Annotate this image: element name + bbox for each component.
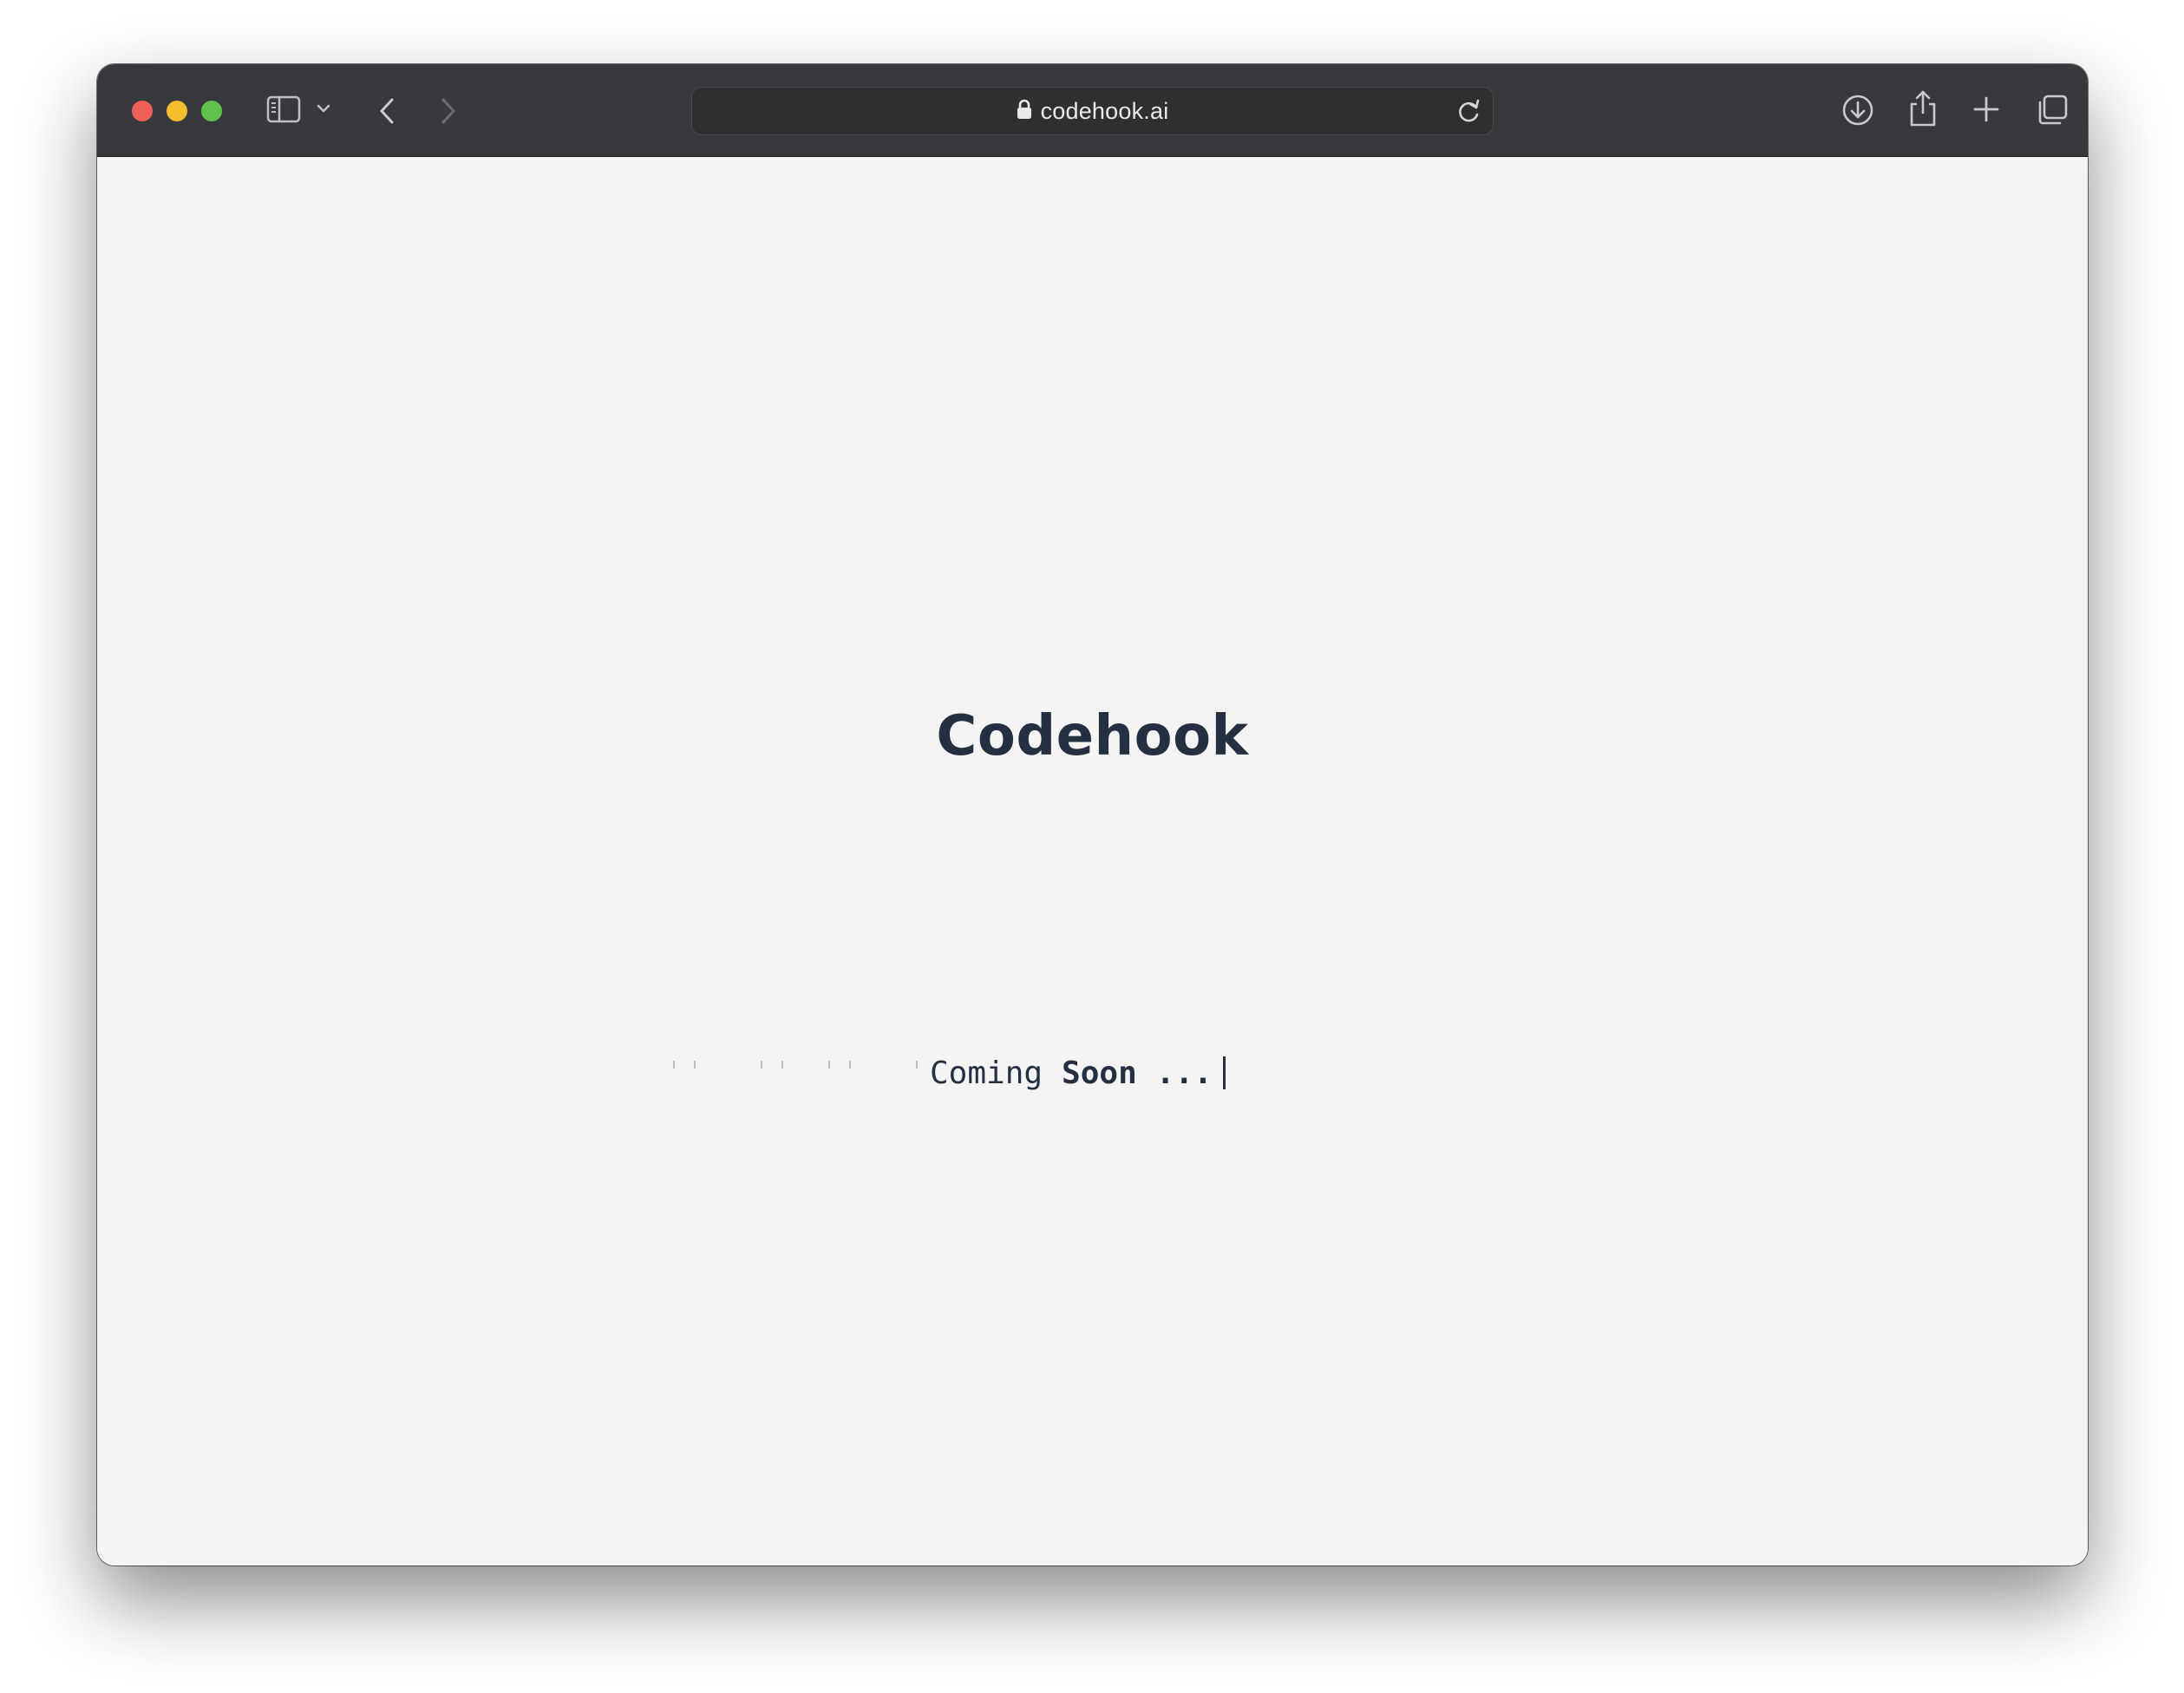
minimize-window-button[interactable]: [167, 101, 187, 121]
typing-caret: [1222, 1056, 1226, 1089]
maximize-window-button[interactable]: [201, 101, 222, 121]
download-icon[interactable]: [1841, 93, 1875, 127]
lock-icon: [1017, 99, 1032, 124]
page-content: Codehook Coming Soon ...: [97, 158, 2088, 1566]
chevron-left-icon[interactable]: [377, 96, 396, 126]
chevron-down-icon[interactable]: [316, 102, 331, 114]
tab-overview-icon[interactable]: [2035, 93, 2070, 127]
url-text: codehook.ai: [1040, 97, 1169, 124]
plus-icon[interactable]: [1971, 94, 2002, 125]
browser-window: codehook.ai Codehook Coming Soon ...: [97, 64, 2088, 1566]
coming-soon-typewriter: Coming Soon ...: [673, 1047, 1226, 1099]
share-icon[interactable]: [1908, 88, 1938, 128]
browser-toolbar: codehook.ai: [97, 64, 2088, 157]
page-title: Codehook: [936, 704, 1249, 768]
tagline-word-coming: Coming: [930, 1055, 1043, 1091]
sidebar-icon[interactable]: [266, 95, 301, 123]
tagline-word-soon: Soon: [1062, 1055, 1137, 1091]
close-window-button[interactable]: [132, 101, 153, 121]
chevron-right-icon[interactable]: [439, 96, 458, 126]
address-bar[interactable]: codehook.ai: [691, 87, 1494, 135]
reload-icon[interactable]: [1456, 97, 1482, 129]
tagline-ellipsis: ...: [1155, 1055, 1213, 1091]
